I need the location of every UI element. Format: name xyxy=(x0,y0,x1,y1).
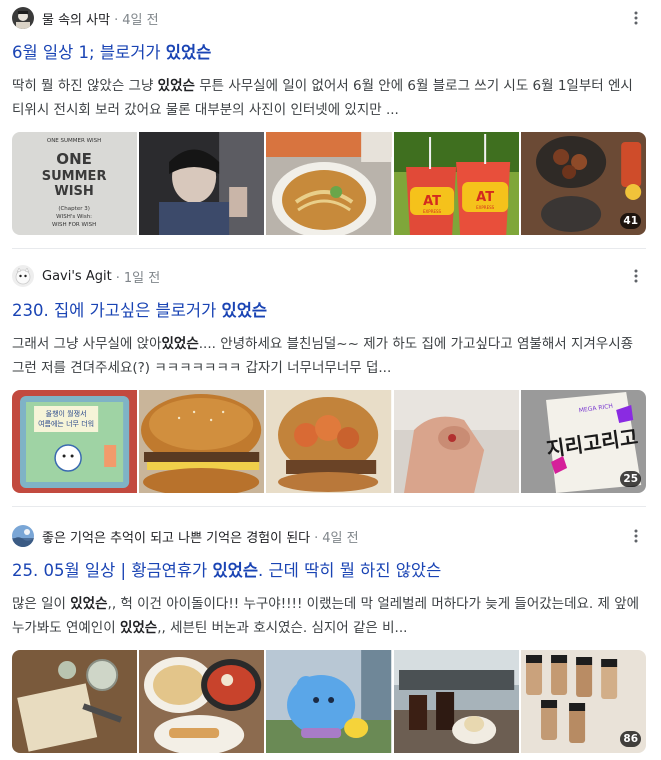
thumbnail-strip: 86 xyxy=(12,650,647,753)
thumbnail-strip: ONE SUMMER WISH ONE SUMMER WISH (Chapter… xyxy=(12,132,647,235)
post-title[interactable]: 6월 일상 1; 블로거가 있었슨 xyxy=(12,42,646,64)
svg-text:SUMMER: SUMMER xyxy=(42,169,107,184)
post-time: · 4일 전 xyxy=(114,12,159,28)
svg-text:AT: AT xyxy=(476,190,494,205)
post-time: · 4일 전 xyxy=(314,530,359,546)
svg-text:WISH FOR WISH: WISH FOR WISH xyxy=(52,222,96,228)
post-header: 좋은 기억은 추억이 되고 나쁜 기억은 경험이 된다 · 4일 전 xyxy=(12,524,646,548)
svg-text:여름에는 너무 더워: 여름에는 너무 더워 xyxy=(38,419,94,428)
post-excerpt[interactable]: 많은 일이 있었슨,, 헉 이건 아이돌이다!! 누구야!!!! 이랬는데 막 … xyxy=(12,592,644,640)
post-excerpt[interactable]: 딱히 뭘 하진 않았슨 그냥 있었슨 무튼 사무실에 일이 없어서 6월 안에 … xyxy=(12,74,644,122)
post-header: 물 속의 사막 · 4일 전 xyxy=(12,6,646,30)
thumbnail-cafe-table[interactable] xyxy=(12,650,138,753)
thumbnail-food-table[interactable]: 41 xyxy=(520,132,647,235)
post-card: 물 속의 사막 · 4일 전 6월 일상 1; 블로거가 있었슨 딱히 뭘 하진 … xyxy=(12,6,647,235)
thumbnail-cosmetics[interactable]: 86 xyxy=(520,650,647,753)
author-avatar[interactable] xyxy=(12,7,34,29)
thumbnail-hand[interactable] xyxy=(393,390,519,493)
svg-text:EXPRESS: EXPRESS xyxy=(476,205,495,210)
post-header: Gavi's Agit · 1일 전 xyxy=(12,264,646,288)
thumbnail-terrace-drinks[interactable] xyxy=(393,650,519,753)
post-title[interactable]: 230. 집에 가고싶은 블로거가 있었슨 xyxy=(12,300,646,322)
svg-text:WISH: WISH xyxy=(54,184,93,199)
author-name[interactable]: 좋은 기억은 추억이 되고 나쁜 기억은 경험이 된다 xyxy=(42,527,310,546)
thumbnail-exhibition-poster[interactable]: ONE SUMMER WISH ONE SUMMER WISH (Chapter… xyxy=(12,132,138,235)
post-card: 좋은 기억은 추억이 되고 나쁜 기억은 경험이 된다 · 4일 전 25. 05… xyxy=(12,524,647,753)
more-options-button[interactable] xyxy=(626,526,646,546)
author-avatar[interactable] xyxy=(12,525,34,547)
author-avatar[interactable] xyxy=(12,265,34,287)
post-excerpt[interactable]: 그래서 그냥 사무실에 앉아있었슨.... 안녕하세요 블친님덜~~ 제가 하도… xyxy=(12,332,644,380)
thumbnail-tamagotchi[interactable]: 올챙이 월쟁서 여름에는 너무 더워 xyxy=(12,390,138,493)
photo-count-badge: 25 xyxy=(620,471,642,487)
thumbnail-portrait[interactable] xyxy=(139,132,265,235)
svg-text:AT: AT xyxy=(423,194,441,209)
svg-text:WISH's Wish:: WISH's Wish: xyxy=(56,214,92,220)
more-vertical-icon xyxy=(634,11,638,25)
post-time: · 1일 전 xyxy=(115,270,161,286)
divider xyxy=(12,506,646,507)
thumbnail-character-statue[interactable] xyxy=(266,650,392,753)
thumbnail-snack-package[interactable]: 지리고리고 MEGA RICH 25 xyxy=(520,390,647,493)
svg-text:ONE SUMMER WISH: ONE SUMMER WISH xyxy=(47,138,101,144)
thumbnail-burger-bite[interactable] xyxy=(266,390,392,493)
svg-text:EXPRESS: EXPRESS xyxy=(423,209,442,214)
more-vertical-icon xyxy=(634,529,638,543)
more-options-button[interactable] xyxy=(626,8,646,28)
search-results-feed: 물 속의 사막 · 4일 전 6월 일상 1; 블로거가 있었슨 딱히 뭘 하진 … xyxy=(0,0,661,760)
author-name[interactable]: Gavi's Agit xyxy=(42,269,112,284)
post-card: Gavi's Agit · 1일 전 230. 집에 가고싶은 블로거가 있었슨 … xyxy=(12,264,647,493)
divider xyxy=(12,248,646,249)
thumbnail-burger[interactable] xyxy=(139,390,265,493)
author-name[interactable]: 물 속의 사막 xyxy=(42,9,110,28)
svg-text:올챙이 월쟁서: 올챙이 월쟁서 xyxy=(46,409,87,418)
photo-count-badge: 86 xyxy=(620,731,642,747)
more-options-button[interactable] xyxy=(626,266,646,286)
more-vertical-icon xyxy=(634,269,638,283)
thumbnail-pasta-dishes[interactable] xyxy=(139,650,265,753)
thumbnail-ramen[interactable] xyxy=(266,132,392,235)
post-title[interactable]: 25. 05월 일상 | 황금연휴가 있었슨. 근데 딱히 뭘 하진 않았슨 xyxy=(12,560,646,582)
svg-text:ONE: ONE xyxy=(56,150,92,168)
thumbnail-strip: 올챙이 월쟁서 여름에는 너무 더워 지리고리고 MEGA RICH 25 xyxy=(12,390,647,493)
thumbnail-drinks[interactable]: AT EXPRESS AT EXPRESS xyxy=(393,132,519,235)
photo-count-badge: 41 xyxy=(620,213,642,229)
svg-text:(Chapter 3): (Chapter 3) xyxy=(58,206,90,212)
